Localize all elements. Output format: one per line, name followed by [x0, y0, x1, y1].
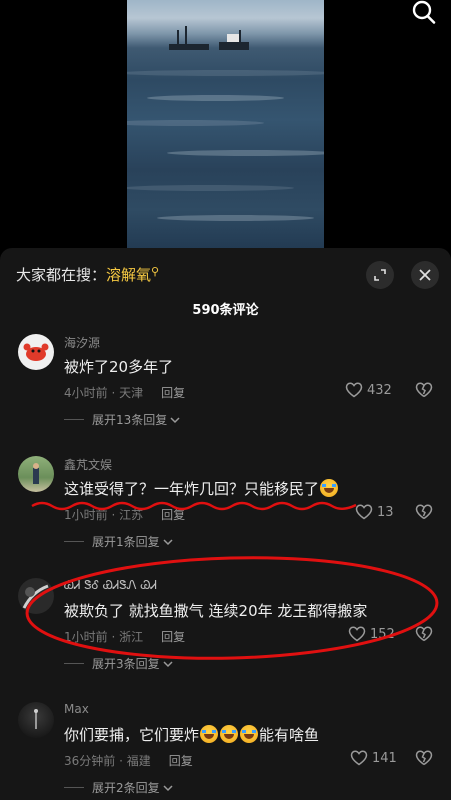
like-button[interactable]: 432: [345, 382, 392, 398]
comment-meta: 1小时前 · 江苏 回复: [64, 506, 185, 523]
heart-icon: [348, 626, 366, 642]
avatar[interactable]: [18, 334, 54, 370]
broken-heart-icon: [415, 626, 433, 642]
search-button[interactable]: [411, 0, 441, 26]
expand-replies-button[interactable]: 展开2条回复: [64, 779, 174, 796]
comment-item: 鑫芃文娱 这谁受得了？一年炸几回？只能移民了 1小时前 · 江苏 回复 13 展开…: [0, 456, 451, 556]
time-location: 1小时前 · 浙江: [64, 630, 144, 644]
dislike-button[interactable]: [415, 626, 433, 646]
crying-laughing-emoji: [320, 479, 339, 497]
crying-laughing-emoji: [240, 725, 259, 743]
like-button[interactable]: 141: [350, 750, 397, 766]
comment-text-suffix: 能有啥鱼: [259, 726, 320, 744]
expand-replies-label: 展开2条回复: [92, 781, 160, 795]
hot-search-keyword[interactable]: 溶解氧: [106, 266, 151, 284]
time-location: 36分钟前 · 福建: [64, 754, 151, 768]
chevron-down-icon: [163, 784, 173, 791]
comment-text-body: 你们要捕，它们要炸: [64, 726, 200, 744]
expand-replies-button[interactable]: 展开13条回复: [64, 411, 181, 428]
comment-item: Max 你们要捕，它们要炸 能有啥鱼 36分钟前 · 福建 回复 141 展开2条回…: [0, 702, 451, 800]
comment-text: 你们要捕，它们要炸 能有啥鱼: [64, 724, 319, 745]
dislike-button[interactable]: [415, 504, 433, 524]
avatar[interactable]: [18, 702, 54, 738]
comment-text: 被欺负了 就找鱼撒气 连续20年 龙王都得搬家: [64, 602, 368, 620]
comment-sheet: 大家都在搜：溶解氧⚲ 590条评论 海汐源 被炸了20多年了 4小时前 · 天津: [0, 248, 451, 800]
broken-heart-icon: [415, 750, 433, 766]
like-button[interactable]: 13: [355, 504, 394, 520]
hot-search-bar[interactable]: 大家都在搜：溶解氧⚲: [16, 264, 159, 285]
comment-text: 被炸了20多年了: [64, 358, 174, 376]
comment-meta: 4小时前 · 天津 回复: [64, 384, 185, 401]
expand-replies-label: 展开3条回复: [92, 657, 160, 671]
dislike-button[interactable]: [415, 382, 433, 402]
expand-replies-button[interactable]: 展开3条回复: [64, 655, 174, 672]
username[interactable]: 鑫芃文娱: [64, 456, 112, 473]
expand-replies-label: 展开1条回复: [92, 535, 160, 549]
video-area[interactable]: [0, 0, 451, 250]
comment-count: 590条评论: [192, 303, 259, 318]
reply-button[interactable]: 回复: [169, 754, 193, 768]
video-frame[interactable]: [127, 0, 324, 250]
username[interactable]: 海汐源: [64, 334, 100, 351]
time-location: 1小时前 · 江苏: [64, 508, 144, 522]
like-count: 141: [372, 750, 397, 766]
heart-icon: [355, 504, 373, 520]
expand-replies-label: 展开13条回复: [92, 413, 168, 427]
reply-button[interactable]: 回复: [161, 630, 185, 644]
avatar[interactable]: [18, 578, 54, 614]
heart-icon: [345, 382, 363, 398]
close-button[interactable]: [411, 261, 439, 289]
expand-replies-button[interactable]: 展开1条回复: [64, 533, 174, 550]
dislike-button[interactable]: [415, 750, 433, 770]
like-count: 13: [377, 504, 394, 520]
comment-item: ᏊᏗ ᏕᎴ ᏯᏗᏕᏁ ᏊᏗ 被欺负了 就找鱼撒气 连续20年 龙王都得搬家 1小…: [0, 578, 451, 678]
like-count: 432: [367, 382, 392, 398]
reply-button[interactable]: 回复: [161, 386, 185, 400]
search-icon: ⚲: [151, 265, 160, 278]
chevron-down-icon: [163, 660, 173, 667]
reply-button[interactable]: 回复: [161, 508, 185, 522]
crying-laughing-emoji: [200, 725, 219, 743]
chevron-down-icon: [163, 538, 173, 545]
broken-heart-icon: [415, 382, 433, 398]
comment-text-body: 这谁受得了？一年炸几回？只能移民了: [64, 480, 320, 498]
comment-meta: 1小时前 · 浙江 回复: [64, 628, 185, 645]
heart-icon: [350, 750, 368, 766]
like-button[interactable]: 152: [348, 626, 395, 642]
comment-text: 这谁受得了？一年炸几回？只能移民了: [64, 478, 339, 499]
crying-laughing-emoji: [220, 725, 239, 743]
chevron-down-icon: [170, 416, 180, 423]
username[interactable]: ᏊᏗ ᏕᎴ ᏯᏗᏕᏁ ᏊᏗ: [64, 578, 157, 593]
time-location: 4小时前 · 天津: [64, 386, 144, 400]
avatar[interactable]: [18, 456, 54, 492]
username[interactable]: Max: [64, 702, 89, 716]
like-count: 152: [370, 626, 395, 642]
expand-icon: [374, 269, 386, 281]
comment-item: 海汐源 被炸了20多年了 4小时前 · 天津 回复 432 展开13条回复: [0, 334, 451, 434]
hot-search-prefix: 大家都在搜：: [16, 266, 107, 284]
comment-meta: 36分钟前 · 福建 回复: [64, 752, 193, 769]
expand-button[interactable]: [366, 261, 394, 289]
search-icon: [412, 0, 436, 24]
close-icon: [419, 269, 431, 281]
broken-heart-icon: [415, 504, 433, 520]
